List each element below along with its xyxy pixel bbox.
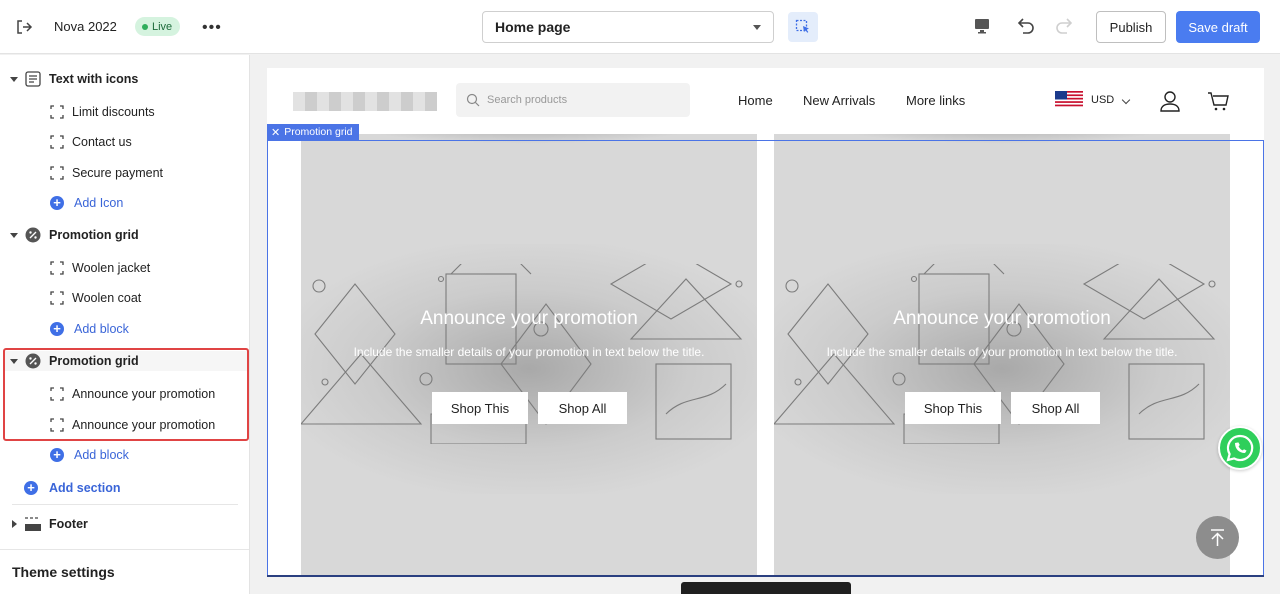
undo-icon[interactable]	[1014, 15, 1036, 37]
section-label: Footer	[49, 517, 88, 531]
search-placeholder: Search products	[487, 94, 568, 106]
block-announce-promotion-1[interactable]: Announce your promotion	[0, 384, 249, 404]
page-select-value: Home page	[495, 19, 571, 35]
account-icon[interactable]	[1159, 90, 1181, 112]
block-bracket-icon	[50, 291, 64, 305]
block-limit-discounts[interactable]: Limit discounts	[0, 102, 249, 122]
selected-section-frame	[267, 140, 1264, 576]
redo-icon[interactable]	[1054, 15, 1076, 37]
block-label: Woolen coat	[72, 291, 142, 305]
live-badge: Live	[135, 17, 181, 36]
store-logo[interactable]	[293, 92, 437, 111]
promotion-percent-icon	[25, 353, 41, 369]
inspector-button[interactable]	[788, 12, 818, 42]
block-bracket-icon	[50, 135, 64, 149]
text-icons-icon	[25, 71, 41, 87]
add-block-button[interactable]: + Add block	[0, 445, 249, 465]
page-select[interactable]: Home page	[482, 11, 774, 43]
block-bracket-icon	[50, 387, 64, 401]
collapse-arrow-icon[interactable]	[10, 232, 18, 238]
block-bracket-icon	[50, 166, 64, 180]
add-label: Add block	[74, 448, 129, 462]
block-contact-us[interactable]: Contact us	[0, 132, 249, 152]
bottom-toolbar-tab[interactable]	[681, 582, 851, 594]
preview-bottom-edge	[267, 575, 1264, 577]
section-tag[interactable]: ✕ Promotion grid	[267, 124, 359, 140]
section-label: Text with icons	[49, 72, 139, 86]
section-label: Promotion grid	[49, 354, 139, 368]
desktop-view-icon[interactable]	[972, 16, 992, 36]
collapse-arrow-icon[interactable]	[10, 76, 18, 82]
search-icon	[466, 93, 480, 107]
plus-circle-icon: +	[24, 481, 38, 495]
footer-icon	[25, 517, 41, 531]
scroll-to-top-button[interactable]	[1196, 516, 1239, 559]
publish-button[interactable]: Publish	[1096, 11, 1166, 43]
add-icon-button[interactable]: + Add Icon	[0, 193, 249, 213]
block-label: Announce your promotion	[72, 418, 216, 432]
nav-more-links[interactable]: More links	[906, 93, 965, 108]
block-label: Secure payment	[72, 166, 164, 180]
section-promotion-grid-1[interactable]: Promotion grid	[0, 225, 249, 245]
block-announce-promotion-2[interactable]: Announce your promotion	[0, 415, 249, 435]
currency-selector[interactable]: USD	[1091, 94, 1114, 106]
section-footer[interactable]: Footer	[0, 514, 249, 534]
add-block-button[interactable]: + Add block	[0, 319, 249, 339]
whatsapp-icon	[1226, 434, 1254, 462]
collapse-arrow-icon[interactable]	[10, 358, 18, 364]
arrow-up-icon	[1211, 529, 1224, 546]
add-label: Add Icon	[74, 196, 124, 210]
live-label: Live	[152, 20, 173, 33]
close-icon[interactable]: ✕	[271, 126, 280, 139]
section-text-with-icons[interactable]: Text with icons	[0, 69, 249, 89]
block-bracket-icon	[50, 261, 64, 275]
save-draft-button[interactable]: Save draft	[1176, 11, 1260, 43]
block-bracket-icon	[50, 105, 64, 119]
chevron-down-icon	[753, 24, 761, 30]
block-secure-payment[interactable]: Secure payment	[0, 163, 249, 183]
add-section-label: Add section	[49, 481, 121, 495]
us-flag-icon[interactable]	[1055, 91, 1083, 108]
promotion-percent-icon	[25, 227, 41, 243]
chevron-down-icon	[1121, 95, 1131, 105]
nav-new-arrivals[interactable]: New Arrivals	[803, 93, 875, 108]
add-label: Add block	[74, 322, 129, 336]
store-preview: Search products Home New Arrivals More l…	[267, 68, 1264, 576]
section-promotion-grid-2[interactable]: Promotion grid	[5, 351, 247, 371]
divider	[0, 549, 249, 550]
whatsapp-chat-button[interactable]	[1218, 426, 1262, 470]
block-woolen-jacket[interactable]: Woolen jacket	[0, 258, 249, 278]
nav-home[interactable]: Home	[738, 93, 773, 108]
editor-top-bar: Nova 2022 Live ••• Home page Publish Sav…	[0, 0, 1280, 54]
expand-arrow-icon[interactable]	[12, 520, 17, 528]
search-input[interactable]: Search products	[456, 83, 690, 117]
block-label: Woolen jacket	[72, 261, 151, 275]
theme-settings[interactable]: Theme settings	[12, 564, 115, 580]
live-dot-icon	[142, 23, 148, 30]
section-tag-label: Promotion grid	[284, 126, 353, 138]
divider	[12, 504, 238, 505]
section-label: Promotion grid	[49, 228, 139, 242]
plus-circle-icon: +	[50, 448, 64, 462]
select-element-icon	[795, 19, 809, 33]
add-section-button[interactable]: + Add section	[0, 478, 249, 498]
sections-sidebar: Text with icons Limit discounts Contact …	[0, 55, 250, 594]
more-options-icon[interactable]: •••	[202, 19, 222, 37]
block-woolen-coat[interactable]: Woolen coat	[0, 288, 249, 308]
block-bracket-icon	[50, 418, 64, 432]
plus-circle-icon: +	[50, 196, 64, 210]
block-label: Contact us	[72, 135, 132, 149]
cart-icon[interactable]	[1207, 90, 1229, 112]
block-label: Announce your promotion	[72, 387, 216, 401]
block-label: Limit discounts	[72, 105, 155, 119]
store-name: Nova 2022	[54, 19, 117, 34]
plus-circle-icon: +	[50, 322, 64, 336]
exit-icon[interactable]	[14, 17, 34, 37]
